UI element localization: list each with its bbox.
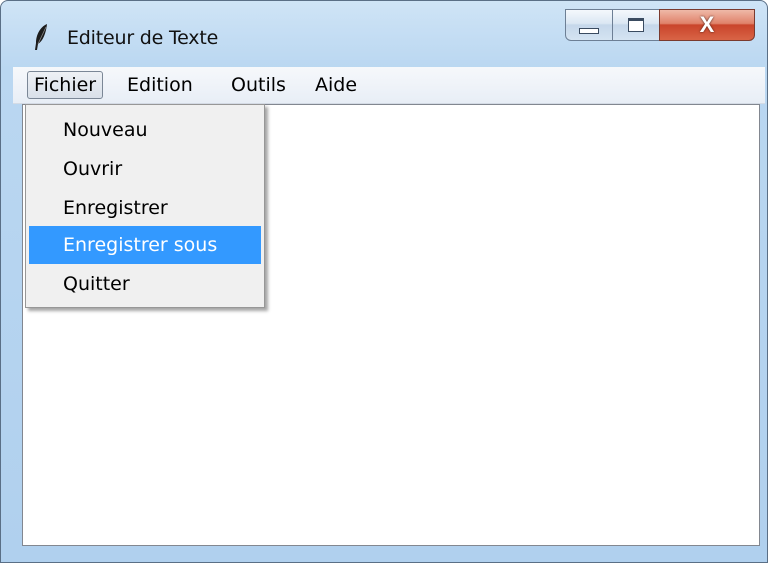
menu-fichier[interactable]: Fichier	[27, 71, 104, 99]
title-bar[interactable]: Editeur de Texte X	[1, 1, 767, 61]
maximize-icon	[628, 18, 644, 32]
close-button[interactable]: X	[659, 9, 755, 41]
menu-item-nouveau[interactable]: Nouveau	[29, 111, 261, 149]
menu-bar: Fichier Edition Outils Aide	[13, 67, 765, 104]
menu-edition[interactable]: Edition	[121, 71, 199, 99]
window-title: Editeur de Texte	[67, 27, 219, 49]
menu-aide[interactable]: Aide	[309, 71, 363, 99]
menu-item-quitter[interactable]: Quitter	[29, 265, 261, 303]
close-icon: X	[699, 12, 715, 37]
file-menu-dropdown: Nouveau Ouvrir Enregistrer Enregistrer s…	[25, 104, 265, 308]
menu-item-enregistrer-sous[interactable]: Enregistrer sous	[29, 226, 261, 264]
feather-icon	[35, 24, 47, 50]
menu-item-ouvrir[interactable]: Ouvrir	[29, 150, 261, 188]
menu-outils[interactable]: Outils	[225, 71, 292, 99]
maximize-button[interactable]	[612, 9, 660, 41]
menu-item-enregistrer[interactable]: Enregistrer	[29, 189, 261, 227]
minimize-button[interactable]	[565, 9, 613, 41]
minimize-icon	[579, 28, 599, 34]
